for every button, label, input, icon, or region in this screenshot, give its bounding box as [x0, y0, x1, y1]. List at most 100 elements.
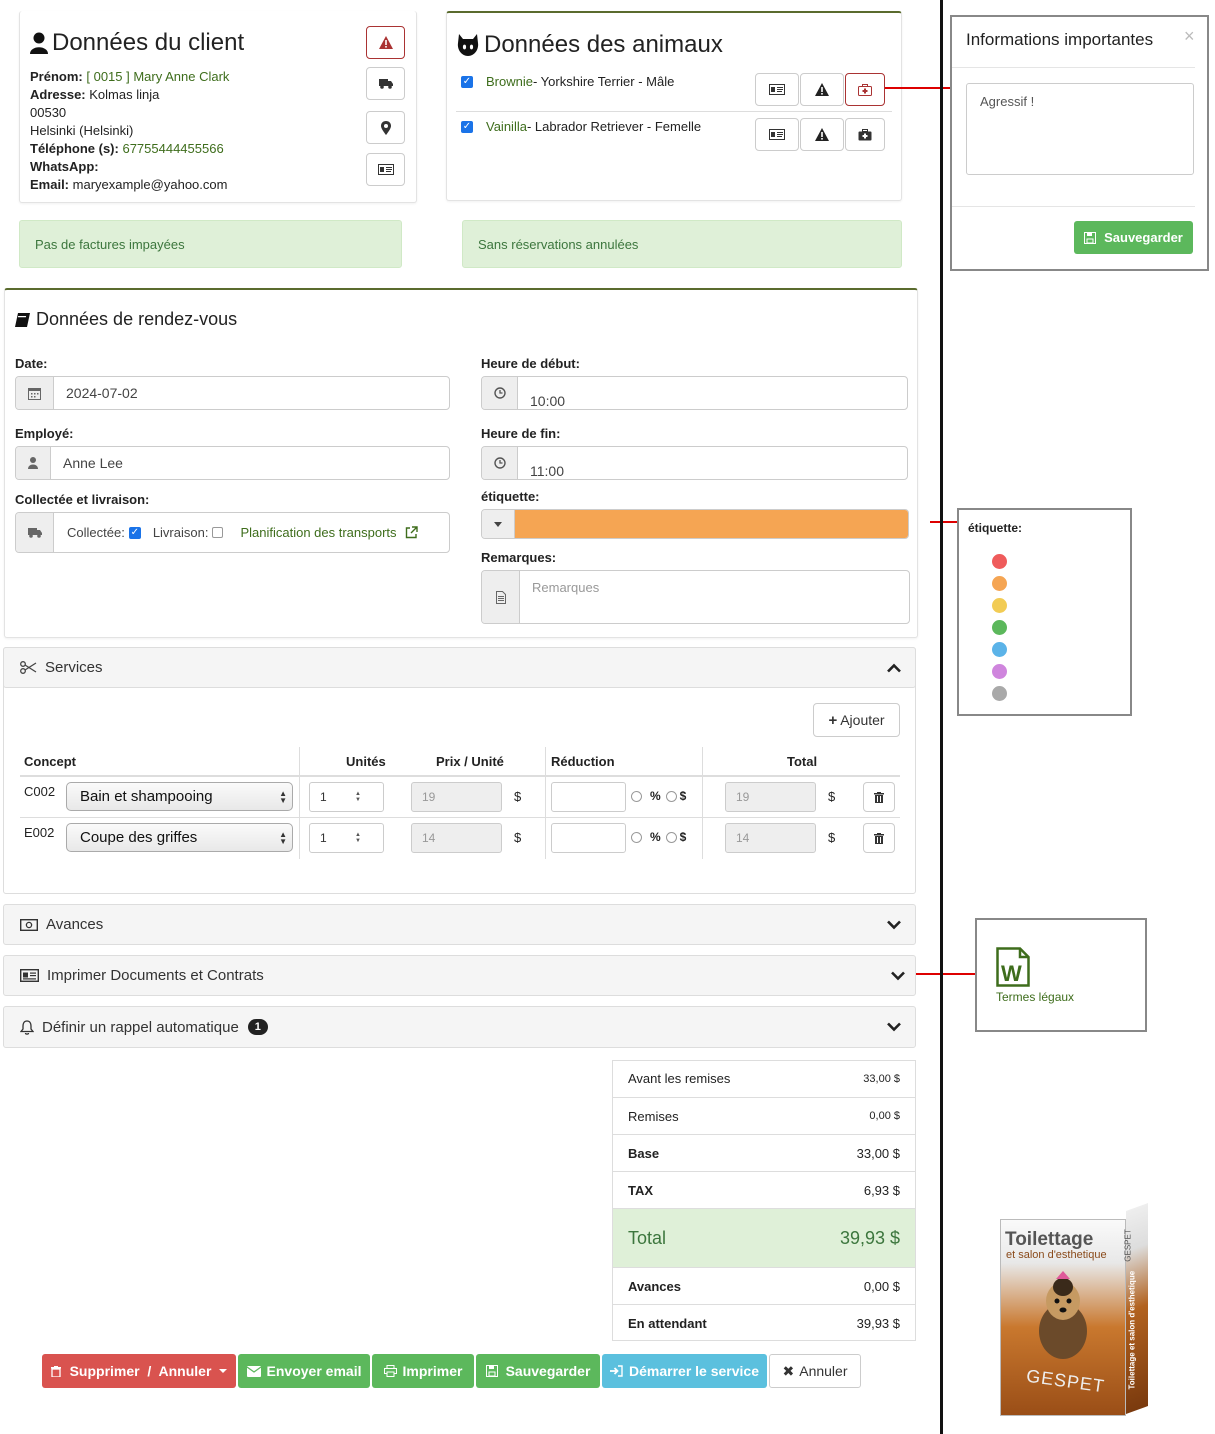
tag-color-option[interactable]	[992, 620, 1007, 635]
price-input: 19	[411, 782, 502, 812]
id-card-icon	[377, 164, 394, 175]
employee-input[interactable]: Anne Lee	[15, 446, 450, 480]
currency-radio[interactable]	[665, 831, 677, 843]
animal-medical-button[interactable]	[845, 118, 885, 151]
print-button[interactable]: Imprimer	[372, 1354, 474, 1388]
adresse-label: Adresse:	[30, 87, 86, 102]
cancel-button[interactable]: ✖ Annuler	[769, 1354, 861, 1388]
service-select[interactable]: Coupe des griffes ▲ ▼	[66, 823, 293, 852]
units-input[interactable]: 1 ▲ ▼	[309, 782, 384, 812]
services-header[interactable]: Services	[3, 647, 916, 688]
percent-radio[interactable]	[631, 831, 642, 843]
word-doc-icon[interactable]: W	[996, 947, 1030, 987]
advances-section-header[interactable]: Avances	[3, 904, 916, 945]
start-time-input[interactable]: 10:00	[481, 376, 908, 410]
start-service-button[interactable]: Démarrer le service	[602, 1354, 767, 1388]
client-transport-button[interactable]	[366, 67, 405, 100]
date-input[interactable]: 2024-07-02	[15, 376, 450, 410]
end-time-input[interactable]: 11:00	[481, 446, 908, 480]
legal-terms-link[interactable]: Termes légaux	[996, 990, 1074, 1004]
delete-row-button[interactable]	[863, 823, 895, 853]
warning-icon	[378, 36, 393, 49]
info-textarea[interactable]: Agressif !	[966, 83, 1194, 175]
info-save-button[interactable]: Sauvegarder	[1074, 221, 1193, 254]
delivery-checkbox[interactable]	[212, 527, 224, 538]
price-input: 14	[411, 823, 502, 853]
service-select[interactable]: Bain et shampooing ▲ ▼	[66, 782, 293, 811]
client-title: Données du client	[30, 29, 244, 57]
service-code: C002	[24, 784, 56, 799]
close-icon: ✖	[782, 1362, 795, 1379]
animal-card-button[interactable]	[755, 73, 799, 106]
summary-tax: TAX 6,93 $	[613, 1171, 915, 1208]
phone-label: Téléphone (s):	[30, 141, 119, 156]
units-input[interactable]: 1 ▲ ▼	[309, 823, 384, 853]
email-label: Email:	[30, 177, 70, 192]
remarks-input[interactable]: Remarques	[481, 570, 910, 624]
animal-warning-button[interactable]	[800, 73, 844, 106]
client-name-link[interactable]: [ 0015 ] Mary Anne Clark	[86, 69, 229, 84]
animal-row-1: ✓ Brownie - Yorkshire Terrier - Mâle	[461, 74, 674, 89]
client-panel: Données du client Prénom: [ 0015 ] Mary …	[19, 11, 417, 203]
delete-row-button[interactable]	[863, 782, 895, 812]
tag-color-option[interactable]	[992, 686, 1007, 701]
tag-picker[interactable]	[481, 509, 909, 539]
city: Helsinki (Helsinki)	[30, 123, 134, 138]
animal-name-link[interactable]: Vainilla	[486, 119, 527, 134]
tag-color-option[interactable]	[992, 642, 1007, 657]
reminder-section-header[interactable]: Définir un rappel automatique 1	[3, 1006, 916, 1048]
delete-cancel-button[interactable]: Supprimer / Annuler	[42, 1354, 236, 1388]
tag-color-option[interactable]	[992, 554, 1007, 569]
chevron-down-icon	[887, 920, 901, 929]
animal-card-button[interactable]	[755, 118, 799, 151]
prenom-label: Prénom:	[30, 69, 83, 84]
close-icon[interactable]: ×	[1184, 26, 1195, 47]
spinner-icon[interactable]: ▲ ▼	[355, 791, 361, 803]
trash-icon	[874, 832, 884, 844]
tag-color-option[interactable]	[992, 598, 1007, 613]
medkit-icon	[858, 83, 872, 96]
add-service-button[interactable]: + Ajouter	[813, 703, 900, 737]
summary-total: Total 39,93 $	[613, 1208, 915, 1267]
dog-icon	[1039, 1271, 1087, 1359]
product-side-brand: GESPET	[1123, 1229, 1133, 1262]
collected-checkbox[interactable]: ✓	[128, 526, 141, 539]
unpaid-invoices-alert: Pas de factures impayées	[19, 220, 402, 268]
warning-icon	[815, 128, 829, 141]
print-documents-section-header[interactable]: Imprimer Documents et Contrats	[3, 955, 916, 996]
client-warning-button[interactable]	[366, 26, 405, 59]
animal-row-2: ✓ Vainilla - Labrador Retriever - Femell…	[461, 119, 701, 134]
animal-checkbox[interactable]: ✓	[461, 120, 473, 133]
spinner-icon[interactable]: ▲ ▼	[355, 832, 361, 844]
save-button[interactable]: Sauvegarder	[476, 1354, 600, 1388]
clock-icon	[493, 457, 506, 469]
phone-link[interactable]: 67755444455566	[122, 141, 223, 156]
tag-color-option[interactable]	[992, 664, 1007, 679]
client-card-button[interactable]	[366, 153, 405, 186]
transport-planning-link[interactable]: Planification des transports	[240, 525, 396, 540]
animals-panel: Données des animaux ✓ Brownie - Yorkshir…	[446, 11, 902, 201]
employee-label: Employé:	[15, 426, 74, 441]
github-cat-icon	[457, 34, 479, 56]
tag-color-option[interactable]	[992, 576, 1007, 591]
animal-warning-button[interactable]	[800, 118, 844, 151]
animal-medical-button[interactable]	[845, 73, 885, 106]
animal-checkbox[interactable]: ✓	[461, 75, 473, 88]
chevron-up-icon	[887, 663, 901, 672]
user-icon	[28, 457, 38, 469]
reduction-input[interactable]	[551, 782, 626, 812]
animal-name-link[interactable]: Brownie	[486, 74, 533, 89]
delivery-label: Livraison:	[152, 525, 209, 540]
send-email-button[interactable]: Envoyer email	[238, 1354, 370, 1388]
currency: $	[514, 830, 522, 845]
currency: $	[514, 789, 522, 804]
currency-radio[interactable]	[665, 790, 677, 802]
percent-radio[interactable]	[631, 790, 642, 802]
reduction-input[interactable]	[551, 823, 626, 853]
client-map-button[interactable]	[366, 111, 405, 144]
animal-details: - Labrador Retriever - Femelle	[526, 119, 702, 134]
plus-icon: +	[828, 711, 838, 729]
vertical-divider	[940, 0, 943, 1434]
map-marker-icon	[380, 120, 391, 135]
whatsapp-label: WhatsApp:	[30, 159, 99, 174]
